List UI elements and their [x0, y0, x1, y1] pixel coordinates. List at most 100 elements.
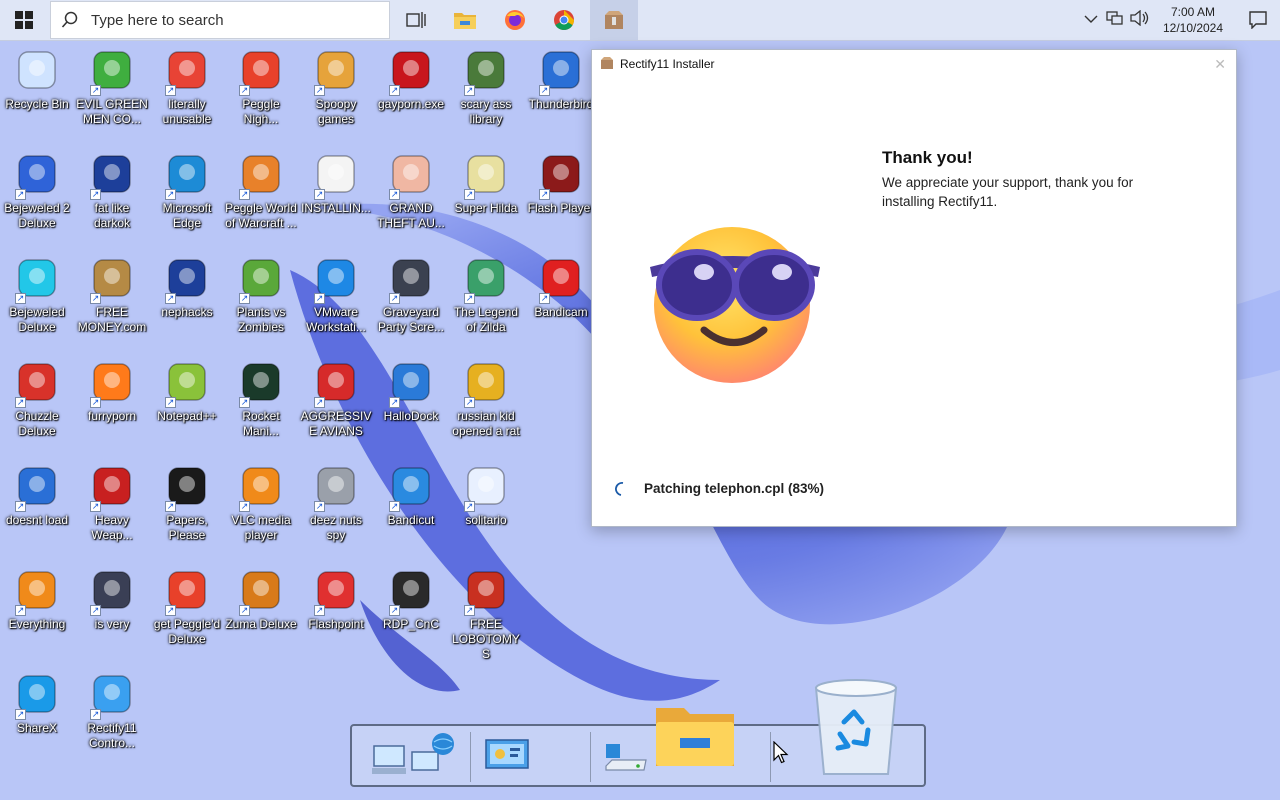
desktop-icon[interactable]: ↗ GRAND THEFT AU... — [374, 150, 448, 231]
desktop-icon[interactable]: ↗ Papers, Please — [150, 462, 224, 543]
desktop-icon[interactable]: ↗ furryporn — [75, 358, 149, 424]
mpi-icon: ↗ — [163, 254, 211, 304]
installer-title: Rectify11 Installer — [620, 57, 715, 71]
desktop-icon[interactable]: ↗ gayporn.exe — [374, 46, 448, 112]
desktop-icon[interactable]: ↗ Zuma Deluxe — [224, 566, 298, 632]
taskbar-clock[interactable]: 7:00 AM 12/10/2024 — [1158, 4, 1228, 36]
desktop-icon[interactable]: ↗ Bandicam — [524, 254, 598, 320]
desktop-icon[interactable]: ↗ Rocket Mani... — [224, 358, 298, 439]
desktop-icon-label: Peggle Nigh... — [242, 97, 280, 126]
installer-window[interactable]: Rectify11 Installer ✕ Thank you! We appr… — [591, 49, 1237, 527]
desktop-icon[interactable]: ↗ Spoopy games — [299, 46, 373, 127]
text-file-icon: ↗ — [312, 150, 360, 200]
shortcut-arrow-icon: ↗ — [314, 85, 325, 96]
desktop-icon[interactable]: ↗ Everything — [0, 566, 74, 632]
shortcut-arrow-icon: ↗ — [239, 501, 250, 512]
desktop-icon-label: Bejeweled 2 Deluxe — [4, 201, 70, 230]
dock-item-folder[interactable] — [654, 702, 736, 773]
desktop-icon[interactable]: Recycle Bin — [0, 46, 74, 112]
shortcut-arrow-icon: ↗ — [464, 189, 475, 200]
chrome-button[interactable] — [540, 0, 588, 40]
desktop-icon-label: Flash Player — [527, 201, 595, 215]
tray-overflow-chevron[interactable] — [1084, 11, 1098, 29]
search-input[interactable] — [89, 10, 373, 30]
taskbar-search-box[interactable] — [50, 1, 390, 39]
desktop-icon[interactable]: ↗ Chuzzle Deluxe — [0, 358, 74, 439]
desktop-icon-label: EVIL GREEN MEN CO... — [76, 97, 148, 126]
desktop-icon[interactable]: ↗ INSTALLIN... — [299, 150, 373, 216]
desktop-icon[interactable]: ↗ VMware Workstati... — [299, 254, 373, 335]
desktop-icon[interactable]: ↗ Flash Player — [524, 150, 598, 216]
desktop-icon[interactable]: ↗ solitario — [449, 462, 523, 528]
desktop-icon[interactable]: ↗ Notepad++ — [150, 358, 224, 424]
dock-item-control-panel[interactable] — [484, 738, 530, 777]
network-icon — [1106, 10, 1123, 25]
firefox-button[interactable] — [491, 0, 539, 40]
shortcut-arrow-icon: ↗ — [15, 709, 26, 720]
desktop-icon[interactable]: ↗ scary ass library — [449, 46, 523, 127]
action-center-button[interactable] — [1236, 11, 1280, 29]
desktop-icon[interactable]: ↗ literally unusable — [150, 46, 224, 127]
desktop-icon-label: doesnt load — [5, 513, 69, 527]
desktop-icon[interactable]: ↗ deez nuts spy — [299, 462, 373, 543]
pvz-icon: ↗ — [237, 254, 285, 304]
desktop-icon[interactable]: ↗ Bejeweled Deluxe — [0, 254, 74, 335]
desktop-icon[interactable]: ↗ ShareX — [0, 670, 74, 736]
desktop-icon[interactable]: ↗ FREE MONEY.com — [75, 254, 149, 335]
desktop-icon-label: Spoopy games — [315, 97, 357, 126]
desktop-icon-label: GRAND THEFT AU... — [377, 201, 445, 230]
desktop-icon[interactable]: ↗ Microsoft Edge — [150, 150, 224, 231]
shortcut-arrow-icon: ↗ — [464, 501, 475, 512]
dock-item-network[interactable] — [368, 732, 460, 785]
mpi-shield-icon: ↗ — [88, 566, 136, 616]
peggle-icon: ↗ — [163, 566, 211, 616]
desktop-icon[interactable]: ↗ Peggle World of Warcraft ... — [224, 150, 298, 231]
desktop-icon-label: VMware Workstati... — [306, 305, 366, 334]
desktop-icon[interactable]: ↗ Super Hilda — [449, 150, 523, 216]
desktop-icon[interactable]: ↗ nephacks — [150, 254, 224, 320]
start-button[interactable] — [0, 0, 48, 40]
desktop-icon[interactable]: ↗ Peggle Nigh... — [224, 46, 298, 127]
desktop-icon[interactable]: ↗ Graveyard Party Scre... — [374, 254, 448, 335]
desktop-icon[interactable]: ↗ AGGRESSIVE AVIANS — [299, 358, 373, 439]
desktop-icon[interactable]: ↗ doesnt load — [0, 462, 74, 528]
lobotomy-icon: ↗ — [462, 566, 510, 616]
rectify11-installer-icon — [605, 11, 623, 29]
desktop-icon[interactable]: ↗ russian kid opened a rat — [449, 358, 523, 439]
control-panel-icon — [485, 739, 529, 769]
desktop-icon[interactable]: ↗ Rectify11 Contro... — [75, 670, 149, 751]
graveyard-icon: ↗ — [387, 254, 435, 304]
desktop-icon[interactable]: ↗ Thunderbird — [524, 46, 598, 112]
desktop-icon[interactable]: ↗ is very — [75, 566, 149, 632]
file-explorer-button[interactable] — [441, 0, 489, 40]
desktop-icon[interactable]: ↗ fat like darkok — [75, 150, 149, 231]
network-status[interactable] — [1106, 10, 1124, 31]
shortcut-arrow-icon: ↗ — [314, 605, 325, 616]
shortcut-arrow-icon: ↗ — [165, 85, 176, 96]
desktop-icon[interactable]: ↗ RDP_CnC — [374, 566, 448, 632]
volume-control[interactable] — [1130, 9, 1150, 31]
desktop-icon[interactable]: ↗ Plants vs Zombies — [224, 254, 298, 335]
desktop-icon[interactable]: ↗ FREE LOBOTOMYS — [449, 566, 523, 662]
rectify11-installer-button[interactable] — [590, 0, 638, 40]
dock-item-drive[interactable] — [602, 740, 650, 783]
desktop-icon[interactable]: ↗ Heavy Weap... — [75, 462, 149, 543]
desktop-icon-label: Heavy Weap... — [91, 513, 133, 542]
desktop-icon[interactable]: ↗ VLC media player — [224, 462, 298, 543]
task-view-button[interactable] — [392, 0, 440, 40]
installer-titlebar[interactable]: Rectify11 Installer — [592, 50, 1236, 78]
shortcut-arrow-icon: ↗ — [239, 397, 250, 408]
bejeweled2-icon: ↗ — [13, 150, 61, 200]
desktop-icon[interactable]: ↗ Bejeweled 2 Deluxe — [0, 150, 74, 231]
dock-item-recycle-bin[interactable] — [810, 678, 902, 783]
desktop-icon[interactable]: ↗ get Peggle'd Deluxe — [150, 566, 224, 647]
desktop-icon-label: Recycle Bin — [5, 97, 69, 111]
desktop-icon[interactable]: ↗ Bandicut — [374, 462, 448, 528]
desktop-icon[interactable]: ↗ EVIL GREEN MEN CO... — [75, 46, 149, 127]
desktop-icon[interactable]: ↗ The Legend of Zilda — [449, 254, 523, 335]
desktop-icon[interactable]: ↗ Flashpoint — [299, 566, 373, 632]
bandicut-icon: ↗ — [387, 462, 435, 512]
mpi-icon: ↗ — [88, 150, 136, 200]
desktop-icon[interactable]: ↗ HalloDock — [374, 358, 448, 424]
close-button[interactable]: ✕ — [1214, 56, 1226, 73]
